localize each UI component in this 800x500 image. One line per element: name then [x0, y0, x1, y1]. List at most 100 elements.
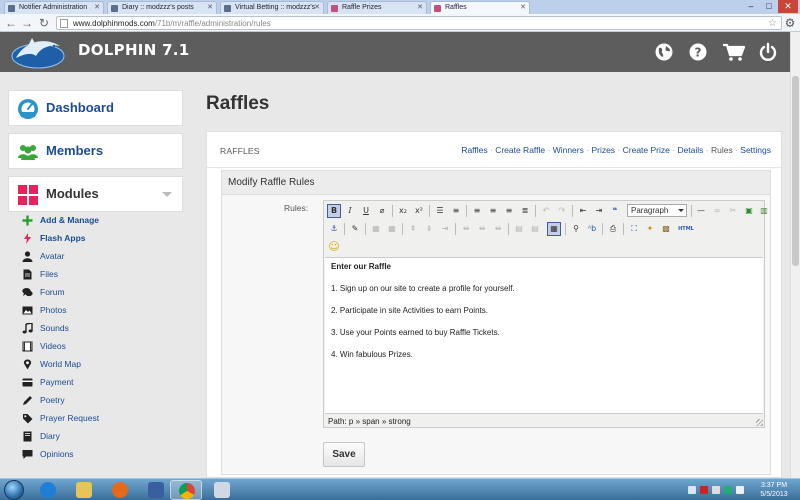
cell-props-button[interactable]: ▦	[385, 222, 399, 236]
taskbar-app-ie[interactable]	[32, 480, 64, 500]
submenu-item-add-manage[interactable]: Add & Manage	[8, 212, 183, 230]
tray-volume-icon[interactable]	[736, 486, 744, 494]
dolphin-logo[interactable]	[10, 34, 66, 70]
close-tab-icon[interactable]: ✕	[520, 2, 526, 14]
search-icon[interactable]: ⚲	[569, 222, 583, 236]
cleanup-button[interactable]: ✦	[643, 222, 657, 236]
table-props-button[interactable]: ▦	[369, 222, 383, 236]
indent-button[interactable]: ⇥	[592, 204, 606, 218]
delete-col-button[interactable]: ⇹	[491, 222, 505, 236]
bold-button[interactable]: B	[327, 204, 341, 218]
row-after-button[interactable]: ⇟	[422, 222, 436, 236]
undo-button[interactable]: ↶	[539, 204, 553, 218]
print-icon[interactable]: ⎙	[606, 222, 620, 236]
align-center-button[interactable]: ≡	[486, 204, 500, 218]
tab-details[interactable]: Details	[677, 145, 703, 155]
anchor-button[interactable]: ⚓	[327, 222, 341, 236]
html-source-button[interactable]: HTML	[676, 222, 696, 236]
tab-prizes[interactable]: Prizes	[591, 145, 615, 155]
submenu-item-world-map[interactable]: World Map	[8, 356, 183, 374]
submenu-item-sounds[interactable]: Sounds	[8, 320, 183, 338]
taskbar-app-explorer[interactable]	[68, 480, 100, 500]
submenu-item-photos[interactable]: Photos	[8, 302, 183, 320]
close-tab-icon[interactable]: ✕	[207, 2, 213, 14]
forward-button[interactable]: →	[19, 15, 35, 31]
clear-format-button[interactable]: ⌀	[375, 204, 389, 218]
bookmark-star-icon[interactable]: ☆	[768, 17, 777, 30]
tab-create-raffle[interactable]: Create Raffle	[495, 145, 545, 155]
table-button[interactable]: ▦	[547, 222, 561, 236]
tray-security-icon[interactable]	[700, 486, 708, 494]
chevron-down-icon[interactable]	[162, 192, 172, 197]
browser-menu-icon[interactable]: ⚙	[782, 15, 798, 31]
close-tab-icon[interactable]: ✕	[314, 2, 320, 14]
back-button[interactable]: ←	[3, 15, 19, 31]
close-window-button[interactable]: ✕	[778, 0, 798, 13]
taskbar-app-chrome[interactable]	[170, 480, 202, 500]
split-cells-button[interactable]: ▤	[512, 222, 526, 236]
media-button[interactable]: ▥	[757, 204, 771, 218]
browser-tab-diary[interactable]: Diary :: modzzz's posts ✕	[107, 1, 217, 14]
sidebar-item-modules[interactable]: Modules	[8, 176, 183, 212]
merge-cells-button[interactable]: ▤	[528, 222, 542, 236]
save-button[interactable]: Save	[323, 442, 365, 467]
close-tab-icon[interactable]: ✕	[94, 2, 100, 14]
browser-tab-notifier[interactable]: Notifier Administration ✕	[4, 1, 104, 14]
resize-handle-icon[interactable]	[756, 419, 763, 426]
horizontal-rule-button[interactable]: —	[694, 204, 708, 218]
page-scrollbar[interactable]	[790, 32, 800, 478]
maximize-button[interactable]: □	[760, 0, 778, 13]
scrollbar-thumb[interactable]	[792, 76, 799, 266]
edit-css-button[interactable]: ✎	[348, 222, 362, 236]
tab-winners[interactable]: Winners	[553, 145, 584, 155]
subscript-button[interactable]: x₂	[396, 204, 410, 218]
submenu-item-videos[interactable]: Videos	[8, 338, 183, 356]
outdent-button[interactable]: ⇤	[576, 204, 590, 218]
taskbar-app-media[interactable]	[104, 480, 136, 500]
sidebar-item-dashboard[interactable]: Dashboard	[8, 90, 183, 126]
address-bar[interactable]: www.dolphinmods.com/71b/m/raffle/adminis…	[56, 16, 782, 30]
sidebar-item-members[interactable]: Members	[8, 133, 183, 169]
submenu-item-diary[interactable]: Diary	[8, 428, 183, 446]
editor-content-area[interactable]: Enter our Raffle 1. Sign up on our site …	[325, 257, 763, 414]
browser-tab-raffles[interactable]: Raffles ✕	[430, 1, 530, 14]
taskbar-clock[interactable]: 3:37 PM 5/5/2013	[752, 481, 796, 499]
replace-button[interactable]: ᴬb	[585, 222, 599, 236]
tray-arrow-icon[interactable]	[688, 486, 696, 494]
cart-icon[interactable]	[722, 42, 746, 62]
delete-row-button[interactable]: ⇥	[438, 222, 452, 236]
browser-tab-raffle-prizes[interactable]: Raffle Prizes ✕	[327, 1, 427, 14]
paste-word-button[interactable]: ▩	[659, 222, 673, 236]
tab-settings[interactable]: Settings	[740, 145, 771, 155]
browser-tab-betting[interactable]: Virtual Betting :: modzzz's ✕	[220, 1, 324, 14]
col-before-button[interactable]: ⇹	[459, 222, 473, 236]
globe-icon[interactable]	[654, 42, 674, 62]
align-left-button[interactable]: ≡	[470, 204, 484, 218]
align-justify-button[interactable]: ≣	[518, 204, 532, 218]
col-after-button[interactable]: ⇹	[475, 222, 489, 236]
tab-rules[interactable]: Rules	[711, 145, 733, 155]
submenu-item-opinions[interactable]: Opinions	[8, 446, 183, 464]
submenu-item-avatar[interactable]: Avatar	[8, 248, 183, 266]
italic-button[interactable]: I	[343, 204, 357, 218]
close-tab-icon[interactable]: ✕	[417, 2, 423, 14]
tab-raffles[interactable]: Raffles	[461, 145, 487, 155]
taskbar-app-ftp[interactable]	[140, 480, 172, 500]
row-before-button[interactable]: ⇞	[406, 222, 420, 236]
tray-network-icon[interactable]	[712, 486, 720, 494]
reload-button[interactable]: ↻	[36, 15, 52, 31]
help-icon[interactable]: ?	[688, 42, 708, 62]
tray-app-icon[interactable]	[724, 486, 732, 494]
submenu-item-forum[interactable]: Forum	[8, 284, 183, 302]
image-button[interactable]: ▣	[742, 204, 756, 218]
numbered-list-button[interactable]: ≡	[449, 204, 463, 218]
redo-button[interactable]: ↷	[555, 204, 569, 218]
superscript-button[interactable]: x²	[412, 204, 426, 218]
power-icon[interactable]	[758, 42, 778, 62]
submenu-item-payment[interactable]: Payment	[8, 374, 183, 392]
blockquote-button[interactable]: ❝	[608, 204, 622, 218]
emotions-button[interactable]: ☺	[327, 240, 341, 254]
submenu-item-prayer-request[interactable]: Prayer Request	[8, 410, 183, 428]
submenu-item-files[interactable]: Files	[8, 266, 183, 284]
taskbar-app-paint[interactable]	[206, 480, 238, 500]
